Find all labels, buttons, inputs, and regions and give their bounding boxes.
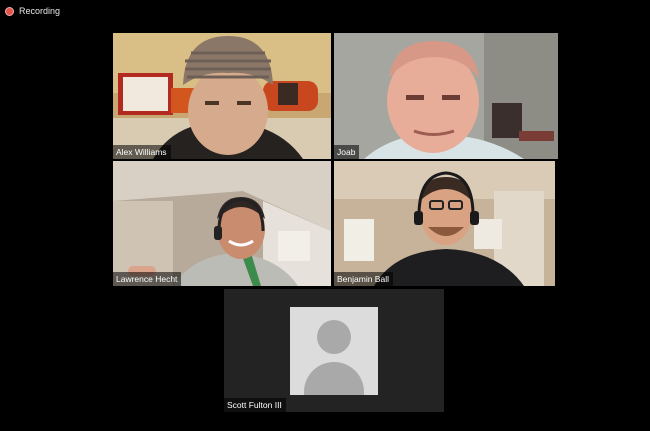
participant-name: Alex Williams (113, 145, 171, 159)
recording-icon (5, 6, 14, 16)
participant-name: Lawrence Hecht (113, 272, 182, 286)
participant-tile-scott-fulton-iii[interactable]: Scott Fulton III (224, 289, 444, 412)
participant-tile-alex-williams[interactable]: Alex Williams (113, 33, 331, 159)
avatar-head-icon (317, 320, 351, 354)
participant-tile-lawrence-hecht[interactable]: Lawrence Hecht (113, 161, 331, 286)
participant-tile-joab[interactable]: Joab (334, 33, 558, 159)
avatar (290, 307, 378, 395)
recording-label: Recording (19, 6, 61, 16)
video-feed (334, 33, 558, 159)
participant-name: Scott Fulton III (224, 398, 286, 412)
video-feed (113, 33, 331, 159)
participant-name: Joab (334, 145, 360, 159)
participant-name: Benjamin Ball (334, 272, 393, 286)
avatar-body-icon (304, 362, 364, 395)
recording-indicator[interactable]: Recording (5, 6, 60, 16)
participant-tile-benjamin-ball[interactable]: Benjamin Ball (334, 161, 555, 286)
video-feed (113, 161, 331, 286)
video-feed (334, 161, 555, 286)
